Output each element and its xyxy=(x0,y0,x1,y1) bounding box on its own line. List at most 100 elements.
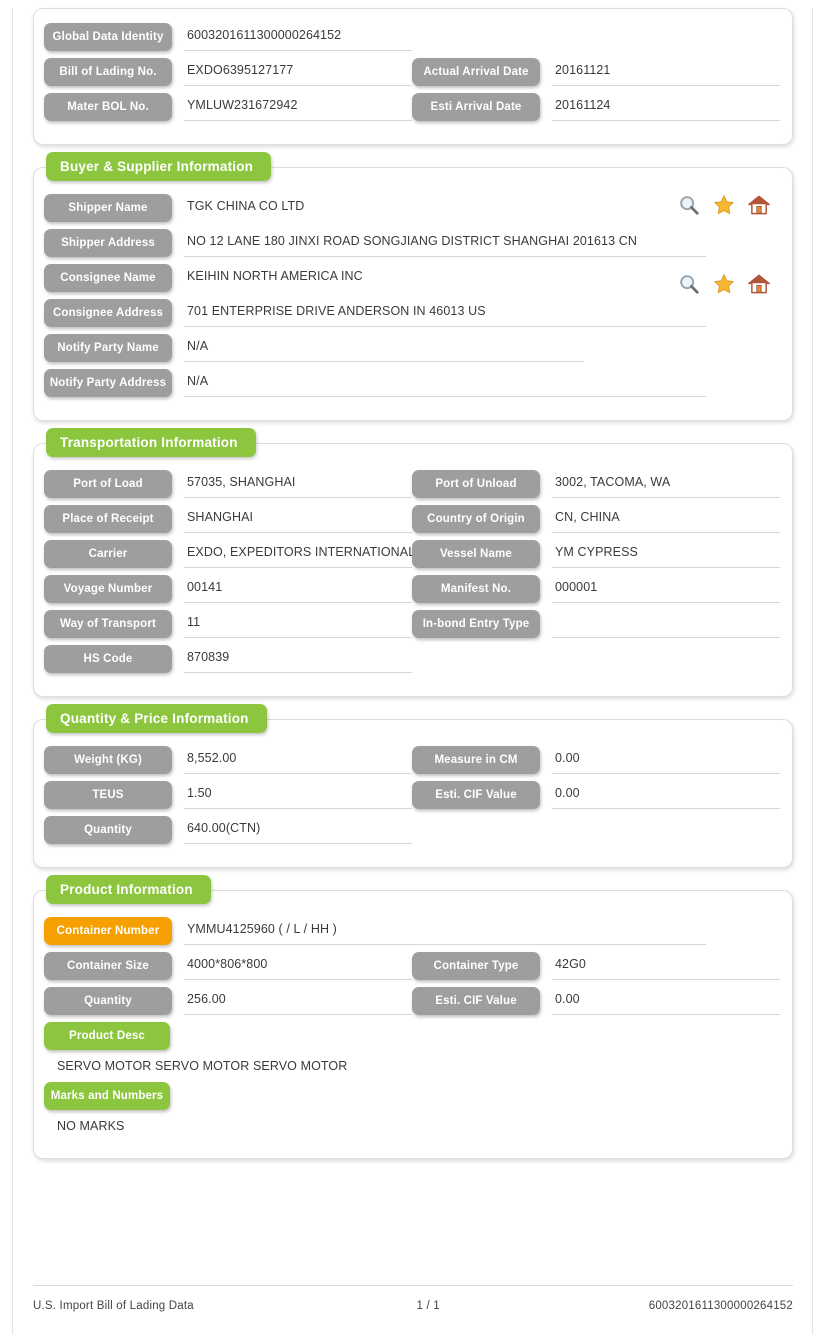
field-container-number: Container Number YMMU4125960 ( / L / HH … xyxy=(44,917,714,945)
label-product-desc: Product Desc xyxy=(44,1022,170,1050)
label-bill-of-lading-no: Bill of Lading No. xyxy=(44,58,172,86)
label-manifest-no: Manifest No. xyxy=(412,575,540,603)
value-esti-cif-value-product[interactable]: 0.00 xyxy=(552,988,780,1015)
field-voyage-number: Voyage Number 00141 xyxy=(44,575,412,603)
field-product-desc-label: Product Desc xyxy=(44,1022,780,1050)
label-voyage-number: Voyage Number xyxy=(44,575,172,603)
label-shipper-address: Shipper Address xyxy=(44,229,172,257)
transportation-columns: Port of Load 57035, SHANGHAI Place of Re… xyxy=(44,470,780,680)
value-manifest-no[interactable]: 000001 xyxy=(552,576,780,603)
field-notify-party-address: Notify Party Address N/A xyxy=(44,369,714,397)
label-quantity: Quantity xyxy=(44,816,172,844)
field-carrier: Carrier EXDO, EXPEDITORS INTERNATIONAL xyxy=(44,540,412,568)
quantity-price-panel: Quantity & Price Information Weight (KG)… xyxy=(33,704,793,868)
value-consignee-address[interactable]: 701 ENTERPRISE DRIVE ANDERSON IN 46013 U… xyxy=(184,300,706,327)
product-body: Container Number YMMU4125960 ( / L / HH … xyxy=(34,891,792,1158)
value-port-of-unload[interactable]: 3002, TACOMA, WA xyxy=(552,471,780,498)
value-hs-code[interactable]: 870839 xyxy=(184,646,412,673)
field-manifest-no: Manifest No. 000001 xyxy=(412,575,780,603)
home-icon[interactable] xyxy=(748,273,770,295)
transportation-left-column: Port of Load 57035, SHANGHAI Place of Re… xyxy=(44,470,412,680)
field-consignee-address: Consignee Address 701 ENTERPRISE DRIVE A… xyxy=(44,299,714,327)
value-bill-of-lading-no[interactable]: EXDO6395127177 xyxy=(184,59,412,86)
field-shipper-name: Shipper Name TGK CHINA CO LTD xyxy=(44,194,574,222)
search-icon[interactable] xyxy=(678,194,700,216)
label-mater-bol-no: Mater BOL No. xyxy=(44,93,172,121)
identity-panel: Global Data Identity 6003201611300000264… xyxy=(33,8,793,145)
value-container-type[interactable]: 42G0 xyxy=(552,953,780,980)
label-marks-and-numbers: Marks and Numbers xyxy=(44,1082,170,1110)
label-port-of-load: Port of Load xyxy=(44,470,172,498)
value-product-quantity[interactable]: 256.00 xyxy=(184,988,412,1015)
label-actual-arrival-date: Actual Arrival Date xyxy=(412,58,540,86)
value-country-of-origin[interactable]: CN, CHINA xyxy=(552,506,780,533)
label-notify-party-address: Notify Party Address xyxy=(44,369,172,397)
footer-record-id: 6003201611300000264152 xyxy=(648,1300,793,1312)
label-container-number: Container Number xyxy=(44,917,172,945)
value-marks-and-numbers[interactable]: NO MARKS xyxy=(44,1110,780,1142)
value-shipper-address[interactable]: NO 12 LANE 180 JINXI ROAD SONGJIANG DIST… xyxy=(184,230,706,257)
label-consignee-address: Consignee Address xyxy=(44,299,172,327)
product-title: Product Information xyxy=(46,875,211,904)
product-left-column: Container Size 4000*806*800 Quantity 256… xyxy=(44,952,412,1022)
value-voyage-number[interactable]: 00141 xyxy=(184,576,412,603)
label-port-of-unload: Port of Unload xyxy=(412,470,540,498)
value-container-number[interactable]: YMMU4125960 ( / L / HH ) xyxy=(184,918,706,945)
value-notify-party-address[interactable]: N/A xyxy=(184,370,706,397)
value-in-bond-entry-type[interactable] xyxy=(552,611,780,638)
quantity-price-right-column: Measure in CM 0.00 Esti. CIF Value 0.00 xyxy=(412,746,780,816)
quantity-price-body: Weight (KG) 8,552.00 TEUS 1.50 Quantity … xyxy=(34,720,792,867)
bill-of-lading-page: Global Data Identity 6003201611300000264… xyxy=(0,8,826,1159)
field-in-bond-entry-type: In-bond Entry Type xyxy=(412,610,780,638)
value-quantity[interactable]: 640.00(CTN) xyxy=(184,817,412,844)
field-port-of-unload: Port of Unload 3002, TACOMA, WA xyxy=(412,470,780,498)
field-port-of-load: Port of Load 57035, SHANGHAI xyxy=(44,470,412,498)
value-teus[interactable]: 1.50 xyxy=(184,782,412,809)
field-way-of-transport: Way of Transport 11 xyxy=(44,610,412,638)
value-product-desc[interactable]: SERVO MOTOR SERVO MOTOR SERVO MOTOR xyxy=(44,1050,780,1082)
quantity-price-columns: Weight (KG) 8,552.00 TEUS 1.50 Quantity … xyxy=(44,746,780,851)
identity-panel-body: Global Data Identity 6003201611300000264… xyxy=(34,9,792,144)
value-consignee-name[interactable]: KEIHIN NORTH AMERICA INC xyxy=(184,265,574,291)
identity-columns: Global Data Identity 6003201611300000264… xyxy=(44,23,780,128)
value-esti-arrival-date[interactable]: 20161124 xyxy=(552,94,780,121)
star-icon[interactable] xyxy=(713,194,735,216)
value-global-data-identity[interactable]: 6003201611300000264152 xyxy=(184,24,412,51)
star-icon[interactable] xyxy=(713,273,735,295)
search-icon[interactable] xyxy=(678,273,700,295)
value-vessel-name[interactable]: YM CYPRESS xyxy=(552,541,780,568)
field-consignee-name: Consignee Name KEIHIN NORTH AMERICA INC xyxy=(44,264,574,292)
value-port-of-load[interactable]: 57035, SHANGHAI xyxy=(184,471,412,498)
field-esti-cif-value-product: Esti. CIF Value 0.00 xyxy=(412,987,780,1015)
field-esti-cif-value-quantity: Esti. CIF Value 0.00 xyxy=(412,781,780,809)
field-global-data-identity: Global Data Identity 6003201611300000264… xyxy=(44,23,412,51)
value-carrier[interactable]: EXDO, EXPEDITORS INTERNATIONAL xyxy=(184,541,412,568)
buyer-supplier-body: Shipper Name TGK CHINA CO LTD Shipper Ad… xyxy=(34,168,792,420)
value-actual-arrival-date[interactable]: 20161121 xyxy=(552,59,780,86)
label-consignee-name: Consignee Name xyxy=(44,264,172,292)
value-place-of-receipt[interactable]: SHANGHAI xyxy=(184,506,412,533)
label-vessel-name: Vessel Name xyxy=(412,540,540,568)
label-container-size: Container Size xyxy=(44,952,172,980)
value-measure-in-cm[interactable]: 0.00 xyxy=(552,747,780,774)
field-measure-in-cm: Measure in CM 0.00 xyxy=(412,746,780,774)
field-hs-code: HS Code 870839 xyxy=(44,645,412,673)
field-mater-bol-no: Mater BOL No. YMLUW231672942 xyxy=(44,93,412,121)
home-icon[interactable] xyxy=(748,194,770,216)
footer-dataset-name: U.S. Import Bill of Lading Data xyxy=(33,1300,194,1312)
product-right-column: Container Type 42G0 Esti. CIF Value 0.00 xyxy=(412,952,780,1022)
value-way-of-transport[interactable]: 11 xyxy=(184,611,412,638)
value-container-size[interactable]: 4000*806*800 xyxy=(184,953,412,980)
field-bill-of-lading-no: Bill of Lading No. EXDO6395127177 xyxy=(44,58,412,86)
value-weight-kg[interactable]: 8,552.00 xyxy=(184,747,412,774)
value-notify-party-name[interactable]: N/A xyxy=(184,335,584,362)
value-mater-bol-no[interactable]: YMLUW231672942 xyxy=(184,94,412,121)
value-shipper-name[interactable]: TGK CHINA CO LTD xyxy=(184,195,574,221)
label-esti-cif-value-quantity: Esti. CIF Value xyxy=(412,781,540,809)
footer-page-number: 1 / 1 xyxy=(416,1300,440,1312)
value-esti-cif-value-quantity[interactable]: 0.00 xyxy=(552,782,780,809)
buyer-supplier-title: Buyer & Supplier Information xyxy=(46,152,272,181)
label-esti-arrival-date: Esti Arrival Date xyxy=(412,93,540,121)
quantity-price-left-column: Weight (KG) 8,552.00 TEUS 1.50 Quantity … xyxy=(44,746,412,851)
label-country-of-origin: Country of Origin xyxy=(412,505,540,533)
